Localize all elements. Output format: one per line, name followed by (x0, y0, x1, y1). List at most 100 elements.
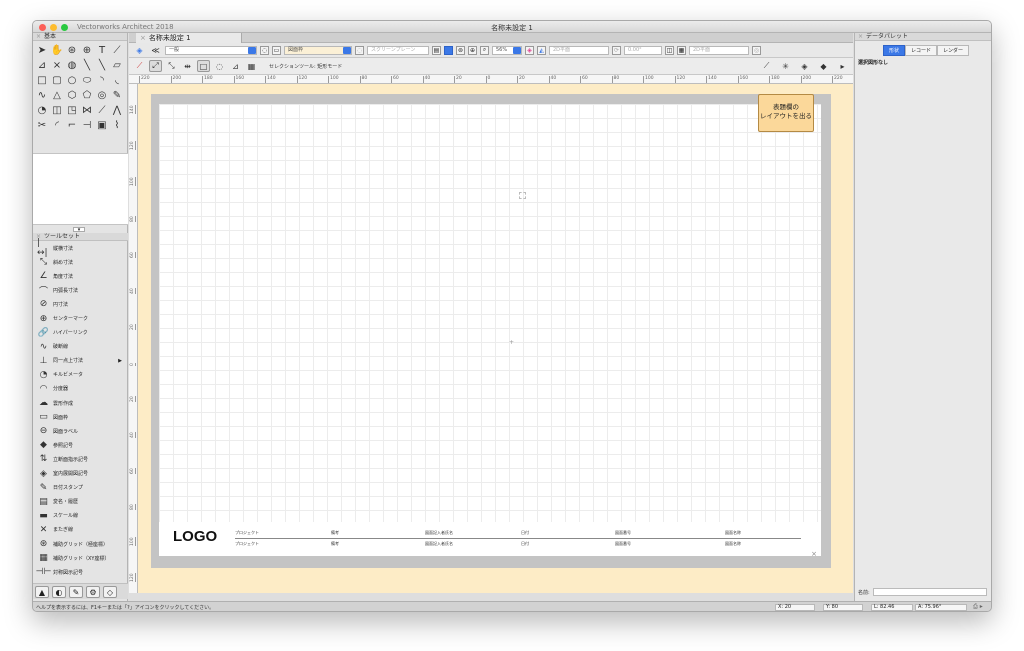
scale-mode-icon[interactable]: ⇹ (181, 60, 194, 72)
selection-arrow-icon[interactable]: ➤ (35, 44, 49, 58)
lasso-mode-icon[interactable]: ◌ (213, 60, 226, 72)
toolset-item[interactable]: ▭ 図面枠 (33, 410, 128, 424)
close-tab-icon[interactable]: × (140, 34, 146, 42)
y-coord-field[interactable]: Y: 80 (823, 604, 863, 611)
close-icon[interactable]: × (36, 33, 41, 40)
regular-polygon-icon[interactable]: ⬠ (80, 89, 94, 103)
tab-document[interactable]: × 名称未設定 1 (136, 33, 242, 43)
toolset-item[interactable]: ⊛ 補助グリッド（極座標） (33, 537, 128, 551)
layer-visibility-icon[interactable]: ◌ (260, 45, 269, 55)
chamfer-icon[interactable]: ⌐ (65, 119, 79, 133)
toolset-item[interactable]: ✕ またぎ線 (33, 523, 128, 537)
offset-icon[interactable]: ◳ (65, 104, 79, 118)
toolset-item[interactable]: 🔗 ハイパーリンク (33, 326, 128, 340)
locus-icon[interactable]: × (50, 59, 64, 73)
toolset-item[interactable]: ☁ 雲形作成 (33, 396, 128, 410)
triangle-icon[interactable]: △ (50, 89, 64, 103)
paint-icon[interactable]: ◔ (35, 104, 49, 118)
angle-icon[interactable]: ⋀ (110, 104, 124, 118)
settings-mode-icon[interactable]: ▦ (245, 60, 258, 72)
rotation-field[interactable]: 0.00° (624, 45, 662, 55)
toolset-item[interactable]: ⊘ 円寸法 (33, 297, 128, 311)
toolset-item[interactable]: ∠ 角度寸法 (33, 269, 128, 283)
toolset-item[interactable]: ▦ 補助グリッド（XY座標） (33, 551, 128, 565)
zoom-tool-icon[interactable]: ⊕ (468, 45, 477, 55)
zoom-icon[interactable]: ⊕ (80, 44, 94, 58)
sheet-options-icon[interactable]: ◌ (355, 45, 364, 55)
rounded-rectangle-icon[interactable]: ▢ (50, 74, 64, 88)
exit-titleblock-layout-button[interactable]: 表題欄の レイアウトを出る (758, 94, 814, 132)
page-icon[interactable]: ▤ (432, 45, 441, 55)
circle-icon[interactable]: ○ (65, 74, 79, 88)
fillet-icon[interactable]: ◜ (50, 119, 64, 133)
flyover-icon[interactable]: ⊛ (65, 44, 79, 58)
bulb-set-icon[interactable]: ◐ (52, 586, 66, 598)
tab-render[interactable]: レンダー (937, 45, 970, 56)
snap-settings-icon[interactable]: ✳ (779, 60, 792, 72)
snap-icon[interactable]: ⟋ (133, 60, 146, 72)
toolset-item[interactable]: ⤡ 斜め寸法 (33, 255, 128, 269)
angle-field[interactable]: A: 75.96° (915, 604, 967, 611)
layer-dropdown[interactable]: 図面枠 (284, 45, 352, 55)
toolset-item[interactable]: |↔| 縦横寸法 (33, 238, 128, 258)
connect-icon[interactable]: ⌇ (110, 119, 124, 133)
view-options-icon[interactable]: ◎ (752, 45, 761, 55)
wall-icon[interactable]: ▱ (110, 59, 124, 73)
image-icon[interactable]: ▣ (95, 119, 109, 133)
plane-icon[interactable]: ◭ (537, 45, 546, 55)
name-field[interactable] (873, 588, 987, 596)
palette-scroll-down-button[interactable]: ▾ (73, 227, 85, 233)
magnify-icon[interactable]: ⌕ (480, 45, 489, 55)
oval-icon[interactable]: ⬭ (80, 74, 94, 88)
x-coord-field[interactable]: X: 20 (775, 604, 815, 611)
dims-notes-set-icon[interactable]: ▲ (35, 586, 49, 598)
toolset-item[interactable]: ⊣⊢ 対称図示記号 (33, 565, 128, 579)
pan-hand-icon[interactable]: ✋ (50, 44, 64, 58)
render-icon[interactable]: ◈ (798, 60, 811, 72)
class-dropdown[interactable]: 一般 (165, 45, 257, 55)
eyedropper-icon[interactable]: ✎ (110, 89, 124, 103)
close-icon[interactable]: × (858, 33, 863, 40)
split-icon[interactable]: ⊣ (80, 119, 94, 133)
toolset-item[interactable]: ⌒ 円弧長寸法 (33, 283, 128, 297)
toolset-item[interactable]: ◠ 分度器 (33, 382, 128, 396)
polygon-icon[interactable]: ⬡ (65, 89, 79, 103)
polyline-icon[interactable]: ⊿ (35, 59, 49, 73)
class-edit-icon[interactable]: ≪ (149, 44, 162, 56)
toolset-item[interactable]: ∿ 破断線 (33, 340, 128, 354)
tab-shape[interactable]: 形状 (883, 45, 906, 56)
length-field[interactable]: L: 82.46 (871, 604, 913, 611)
printer-icon[interactable]: ⎙ ▸ (973, 603, 983, 611)
toolset-item[interactable]: ⊖ 図面ラベル (33, 424, 128, 438)
class-arrows-icon[interactable]: ◈ (133, 44, 146, 56)
freehand-icon[interactable]: ∿ (35, 89, 49, 103)
pencil-set-icon[interactable]: ✎ (69, 586, 83, 598)
toolset-item[interactable]: ⊕ センターマーク (33, 311, 128, 325)
line-icon[interactable]: ╲ (80, 59, 94, 73)
toolset-item[interactable]: ⇅ 立断面指示記号 (33, 452, 128, 466)
mirror-icon[interactable]: ⋈ (80, 104, 94, 118)
spiral-icon[interactable]: ◎ (95, 89, 109, 103)
selection-mode2-icon[interactable]: ⤡ (165, 60, 178, 72)
fit-view-icon[interactable]: ⊚ (456, 45, 465, 55)
saved-view-icon[interactable]: ◫ (665, 45, 674, 55)
reshape-icon[interactable]: ⟋ (95, 104, 109, 118)
smart-cursor-icon[interactable]: ⟋ (760, 60, 773, 72)
cube-set-icon[interactable]: ◇ (103, 586, 117, 598)
dimension-icon[interactable]: ⟋ (110, 44, 124, 58)
lighting-icon[interactable]: ◆ (817, 60, 830, 72)
more-options-icon[interactable]: ▸ (836, 60, 849, 72)
toolset-item[interactable]: ◔ キルビメータ (33, 368, 128, 382)
selection-mode-icon[interactable]: ⤢ (149, 60, 162, 72)
rotate-plan-icon[interactable]: ⟳ (612, 45, 621, 55)
rectangle-icon[interactable]: □ (35, 74, 49, 88)
toolset-item[interactable]: ⊥ 同一点上寸法 ▶ (33, 354, 128, 368)
close-icon[interactable]: × (811, 550, 817, 558)
toolset-item[interactable]: ▤ 変名・履歴 (33, 495, 128, 509)
toolset-item[interactable]: ✎ 日付スタンプ (33, 481, 128, 495)
attribute-icon[interactable]: ◍ (65, 59, 79, 73)
layer-grid-icon[interactable]: ▦ (677, 45, 686, 55)
layer-options-icon[interactable]: ▭ (272, 45, 281, 55)
render-mode-icon[interactable]: ◈ (525, 45, 534, 55)
tab-record[interactable]: レコード (905, 45, 938, 56)
